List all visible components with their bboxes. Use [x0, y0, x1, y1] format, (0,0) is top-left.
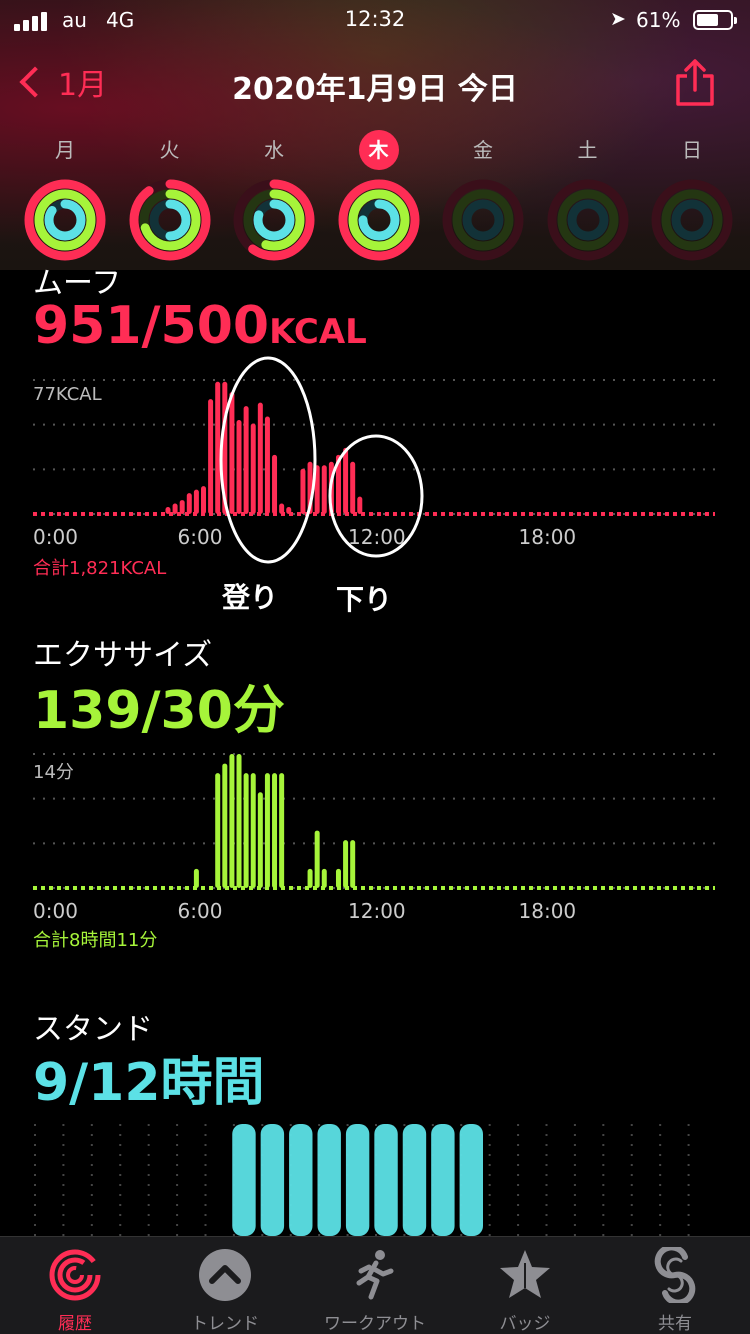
tab-history-label: 履歴 [58, 1314, 92, 1334]
exercise-chart: 0:00 6:00 12:00 18:00 [33, 753, 715, 923]
bar [335, 868, 341, 888]
x-tick-label: 12:00 [348, 899, 406, 923]
annotation-overlay [219, 356, 424, 564]
bar [222, 763, 228, 888]
tab-sharing[interactable]: 共有 [600, 1247, 750, 1334]
awards-star-icon [500, 1250, 550, 1298]
workout-runner-icon [356, 1250, 394, 1300]
stand-bar [232, 1124, 256, 1236]
bar [307, 868, 313, 888]
bar [272, 773, 278, 888]
tab-bar: 履歴 トレンド ワークアウト バッジ 共有 [0, 1236, 750, 1334]
bar [257, 792, 263, 888]
bar [250, 773, 256, 888]
stand-chart [34, 1124, 690, 1236]
trends-icon [199, 1249, 251, 1301]
stand-bar [345, 1124, 370, 1236]
x-tick-label: 6:00 [178, 899, 223, 923]
exercise-section: エクササイズ 139/30分 14分 0:00 6:00 12:00 18:00 合計… [0, 630, 750, 960]
tab-awards[interactable]: バッジ [450, 1247, 600, 1334]
tab-workout[interactable]: ワークアウト [300, 1247, 450, 1334]
stand-section: スタンド 9/12時間 [0, 1000, 750, 1240]
sharing-icon [654, 1247, 696, 1303]
stand-bar [260, 1124, 285, 1236]
bar [350, 840, 356, 888]
history-rings-icon [49, 1249, 101, 1301]
stand-bar [431, 1124, 455, 1236]
climb-ellipse [219, 356, 317, 564]
bar [264, 773, 270, 888]
bar [193, 868, 199, 888]
stand-bar [402, 1124, 427, 1236]
exercise-total: 合計8時間11分 [33, 930, 158, 951]
tab-awards-label: バッジ [499, 1314, 551, 1334]
stand-bar [317, 1124, 341, 1236]
bar [321, 868, 327, 888]
bar [215, 773, 221, 888]
stand-bar [374, 1124, 398, 1236]
tab-sharing-label: 共有 [658, 1314, 692, 1334]
exercise-value: 139/30分 [33, 681, 285, 741]
bar [243, 773, 249, 888]
bar [236, 754, 242, 888]
bar [279, 773, 285, 888]
x-tick-label: 0:00 [33, 899, 78, 923]
tab-history[interactable]: 履歴 [0, 1247, 150, 1334]
tab-workout-label: ワークアウト [324, 1314, 426, 1334]
bar [314, 830, 320, 888]
bar [229, 754, 235, 888]
stand-value: 9/12時間 [33, 1053, 265, 1113]
tab-trends[interactable]: トレンド [150, 1247, 300, 1334]
stand-bar [289, 1124, 313, 1236]
descent-ellipse [328, 434, 424, 558]
bar [343, 840, 349, 888]
tab-trends-label: トレンド [191, 1314, 259, 1334]
stand-bar [459, 1124, 483, 1236]
x-tick-label: 18:00 [519, 899, 577, 923]
